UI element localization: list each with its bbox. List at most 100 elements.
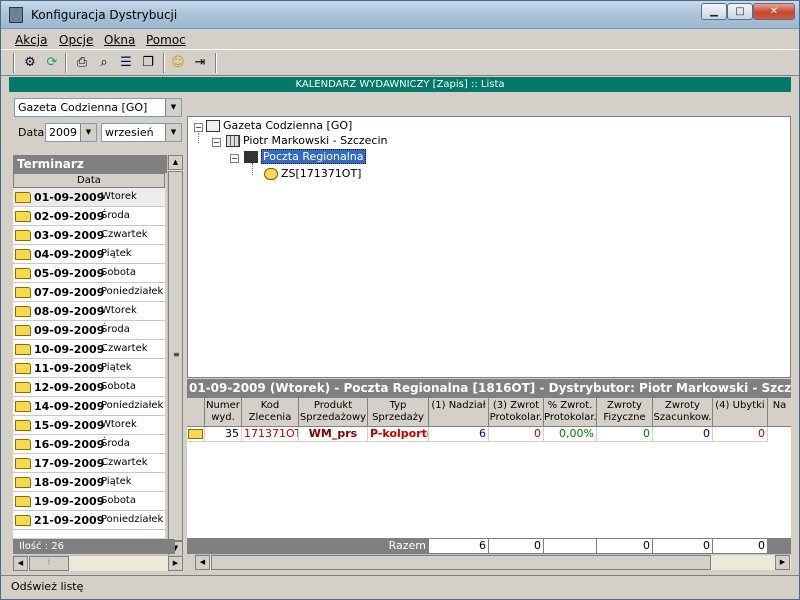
cell-kod[interactable]: 171371OT	[242, 427, 299, 442]
cell-produkt[interactable]: WM_prs	[299, 427, 368, 442]
date-list-hscrollbar[interactable]: ◀ ⦙ ▶	[13, 555, 183, 571]
cell-numer[interactable]: 35	[205, 427, 242, 442]
data-column-header[interactable]: Data	[13, 173, 165, 188]
chevron-down-icon[interactable]: ▼	[80, 124, 96, 141]
smiley-icon[interactable]: ☺	[169, 54, 187, 72]
maximize-button[interactable]: □	[727, 3, 753, 20]
collapse-icon[interactable]: −	[212, 138, 221, 147]
grid-header-fizyczne[interactable]: Zwroty Fizyczne	[597, 398, 653, 427]
date-list-item[interactable]: 07-09-2009 Poniedziałek	[13, 283, 165, 302]
scroll-thumb[interactable]: ≡	[168, 171, 183, 541]
grid-header-na[interactable]: Na	[768, 398, 791, 427]
grid-header-procent[interactable]: % Zwrot. Protokolar.	[544, 398, 597, 427]
print-icon[interactable]: ⎙	[73, 54, 91, 72]
tree-root-label: Gazeta Codzienna [GO]	[223, 119, 353, 132]
date-value: 14-09-2009	[34, 400, 105, 413]
list-icon[interactable]: ☰	[117, 54, 135, 72]
toolbar-separator	[215, 53, 217, 73]
grid-hscrollbar[interactable]: ◀ ▶	[195, 554, 791, 570]
date-list-item[interactable]: 17-09-2009 Czwartek	[13, 454, 165, 473]
cell-szacunkowe[interactable]: 0	[653, 427, 713, 442]
folder-icon	[15, 420, 31, 431]
date-list-item[interactable]: 09-09-2009 Środa	[13, 321, 165, 340]
tree-node-distributor[interactable]: Piotr Markowski - Szczecin	[226, 134, 388, 147]
title-bar[interactable]: Konfiguracja Dystrybucji ▁ □ ✕	[1, 1, 799, 29]
date-list-item[interactable]: 18-09-2009 Piątek	[13, 473, 165, 492]
date-value: 02-09-2009	[34, 210, 105, 223]
date-list-item[interactable]: 11-09-2009 Piątek	[13, 359, 165, 378]
exit-icon[interactable]: ⇥	[191, 54, 209, 72]
tree-node-channel[interactable]: Poczta Regionalna	[244, 149, 366, 164]
cell-typ[interactable]: P-kolporte	[368, 427, 429, 442]
menu-opcje[interactable]: Opcje	[59, 33, 93, 47]
close-button[interactable]: ✕	[753, 3, 795, 20]
cell-zwrot[interactable]: 0	[489, 427, 544, 442]
toolbar: ⚙ ⟳ ⎙ ⌕ ☰ ❐ ☺ ⇥	[1, 49, 799, 76]
weekday-value: Poniedziałek	[101, 400, 164, 411]
menu-akcja[interactable]: Akcja	[15, 33, 47, 47]
date-list-item[interactable]: 02-09-2009 Środa	[13, 207, 165, 226]
date-list-item[interactable]: 19-09-2009 Sobota	[13, 492, 165, 511]
collapse-icon[interactable]: −	[194, 123, 203, 132]
scroll-right-icon[interactable]: ▶	[775, 555, 790, 570]
date-list-item[interactable]: 05-09-2009 Sobota	[13, 264, 165, 283]
tree-node-order[interactable]: ZS[171371OT]	[264, 167, 361, 180]
scroll-left-icon[interactable]: ◀	[195, 555, 210, 570]
date-list-item[interactable]: 08-09-2009 Wtorek	[13, 302, 165, 321]
refresh-icon[interactable]: ⟳	[43, 54, 61, 72]
grid-header-numer[interactable]: Numer wyd.	[205, 398, 242, 427]
year-select[interactable]: 2009 ▼	[45, 123, 97, 142]
network-icon	[244, 151, 258, 163]
tree-channel-label: Poczta Regionalna	[261, 149, 366, 164]
cell-ubytki[interactable]: 0	[713, 427, 768, 442]
grid-header-ubytki[interactable]: (4) Ubytki	[713, 398, 768, 427]
date-value: 11-09-2009	[34, 362, 105, 375]
scroll-up-icon[interactable]: ▲	[168, 155, 183, 170]
chevron-down-icon[interactable]: ▼	[165, 124, 181, 141]
date-list-item[interactable]: 16-09-2009 Środa	[13, 435, 165, 454]
cell-procent[interactable]: 0,00%	[544, 427, 597, 442]
date-list-item[interactable]: 14-09-2009 Poniedziałek	[13, 397, 165, 416]
building-icon	[226, 135, 240, 147]
grid-header-typ[interactable]: Typ Sprzedaży	[368, 398, 429, 427]
grid-hscroll-thumb[interactable]	[211, 555, 711, 570]
menu-bar: Akcja Opcje Okna Pomoc	[1, 30, 799, 49]
hscroll-thumb[interactable]: ⦙	[29, 556, 69, 571]
cell-nadzial[interactable]: 6	[429, 427, 489, 442]
grid-header-nadzial[interactable]: (1) Nadział	[429, 398, 489, 427]
chevron-down-icon[interactable]: ▼	[165, 99, 181, 116]
window-icon[interactable]: ❐	[139, 54, 157, 72]
print-preview-icon[interactable]: ⌕	[95, 54, 113, 72]
scroll-left-icon[interactable]: ◀	[13, 556, 28, 571]
weekday-value: Poniedziałek	[101, 286, 164, 297]
row-folder-cell[interactable]	[187, 427, 205, 442]
grid-header-szacunkowe[interactable]: Zwroty Szacunkow.	[653, 398, 713, 427]
date-list-item[interactable]: 10-09-2009 Czwartek	[13, 340, 165, 359]
grid-header-zwrot[interactable]: (3) Zwrot Protokolar.	[489, 398, 544, 427]
collapse-icon[interactable]: −	[230, 154, 239, 163]
scroll-right-icon[interactable]: ▶	[168, 556, 183, 571]
grid-header-kod[interactable]: Kod Zlecenia	[242, 398, 299, 427]
minimize-button[interactable]: ▁	[701, 3, 727, 20]
date-list-item[interactable]: 15-09-2009 Wtorek	[13, 416, 165, 435]
folder-icon	[15, 211, 31, 222]
weekday-value: Piątek	[101, 476, 132, 487]
tree-node-root[interactable]: Gazeta Codzienna [GO]	[206, 119, 352, 132]
date-list-item[interactable]: 03-09-2009 Czwartek	[13, 226, 165, 245]
grid-header-produkt[interactable]: Produkt Sprzedażowy	[299, 398, 368, 427]
window-title: Konfiguracja Dystrybucji	[31, 8, 178, 22]
menu-okna[interactable]: Okna	[104, 33, 135, 47]
cell-fizyczne[interactable]: 0	[597, 427, 653, 442]
date-list-item[interactable]: 01-09-2009 Wtorek	[13, 188, 165, 207]
date-list-item[interactable]: 04-09-2009 Piątek	[13, 245, 165, 264]
date-list-item[interactable]: 21-09-2009 Poniedziałek	[13, 511, 165, 530]
month-select[interactable]: wrzesień ▼	[101, 123, 182, 142]
total-szacunkowe: 0	[653, 539, 712, 553]
date-list-item[interactable]: 12-09-2009 Sobota	[13, 378, 165, 397]
date-list-scrollbar[interactable]: ▲ ≡ ▼	[167, 155, 183, 556]
menu-pomoc[interactable]: Pomoc	[146, 33, 186, 47]
publication-select[interactable]: Gazeta Codzienna [GO] ▼	[14, 98, 182, 117]
date-list: 01-09-2009 Wtorek 02-09-2009 Środa 03-09-200…	[13, 188, 165, 538]
network-icon[interactable]: ⚙	[21, 54, 39, 72]
folder-icon	[15, 249, 31, 260]
